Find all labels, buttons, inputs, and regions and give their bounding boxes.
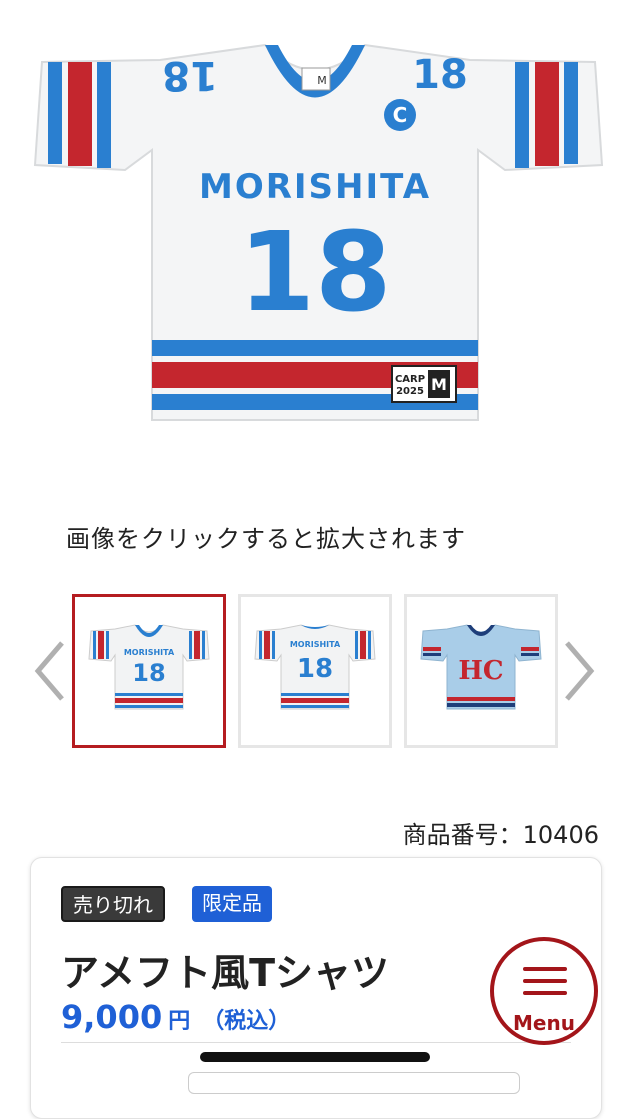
svg-text:MORISHITA: MORISHITA (124, 648, 175, 657)
sleeve-number-left: 18 (162, 52, 218, 98)
thumbnail-1[interactable]: MORISHITA 18 (72, 594, 226, 748)
carousel-next-button[interactable] (559, 636, 599, 706)
price-currency: 円 (168, 1009, 191, 1034)
tag-line2: 2025 (396, 386, 424, 397)
jersey-name-text: MORISHITA (199, 167, 431, 207)
home-indicator (200, 1052, 430, 1062)
svg-text:HC: HC (458, 656, 503, 686)
price-tax-note: （税込） (202, 1009, 291, 1034)
limited-badge: 限定品 (192, 886, 272, 922)
product-title: アメフト風Tシャツ (61, 951, 390, 995)
svg-text:C: C (393, 103, 408, 127)
thumbnail-3[interactable]: HC (404, 594, 558, 748)
tag-line1: CARP (395, 374, 425, 385)
menu-button[interactable]: Menu (490, 937, 598, 1045)
jersey-number-text: 18 (238, 208, 391, 336)
menu-label: Menu (513, 1011, 575, 1035)
sold-out-badge: 売り切れ (61, 886, 165, 922)
jersey-image: C MORISHITA 18 18 18 M CARP 2025 M (33, 43, 604, 421)
thumbnail-2[interactable]: MORISHITA 18 (238, 594, 392, 748)
chevron-left-icon (34, 641, 64, 701)
tag-size: M (431, 375, 447, 394)
thumb-jersey-white-front: MORISHITA 18 (88, 624, 210, 710)
sleeve-number-right: 18 (412, 52, 468, 98)
svg-text:18: 18 (132, 659, 165, 687)
main-product-image[interactable]: C MORISHITA 18 18 18 M CARP 2025 M (0, 0, 629, 470)
svg-text:18: 18 (297, 654, 333, 684)
next-section-peek (188, 1072, 520, 1094)
thumb-jersey-white-back: MORISHITA 18 (254, 624, 376, 710)
zoom-hint-text: 画像をクリックすると拡大されます (66, 525, 466, 553)
price-amount: 9,000 (61, 998, 163, 1036)
svg-text:MORISHITA: MORISHITA (290, 640, 341, 649)
product-number: 商品番号：10406 (402, 821, 599, 849)
divider (61, 1042, 571, 1043)
chevron-right-icon (565, 641, 595, 701)
thumbnail-carousel: MORISHITA 18 MORISHITA 18 HC (0, 590, 629, 755)
price: 9,000 円 （税込） (61, 998, 290, 1036)
carousel-prev-button[interactable] (30, 636, 70, 706)
neck-size-text: M (317, 74, 327, 87)
thumb-jersey-light-blue: HC (420, 624, 542, 710)
